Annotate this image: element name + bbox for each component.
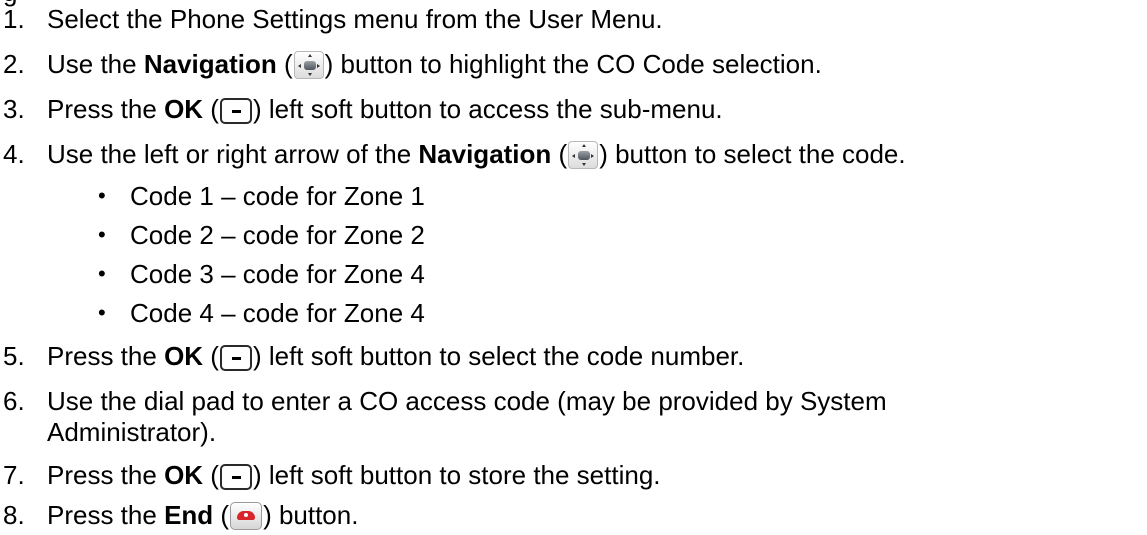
step-text-pre: Press the xyxy=(47,500,165,530)
button-name-ok: OK xyxy=(164,341,204,371)
paren-open: ( xyxy=(203,341,219,371)
step-text-post: ) button to select the code. xyxy=(599,139,906,169)
step-number: 7. xyxy=(3,460,25,490)
button-name-ok: OK xyxy=(164,94,204,124)
button-name-end: End xyxy=(164,500,214,530)
code-text: Code 4 – code for Zone 4 xyxy=(130,298,425,328)
step-text-post: ) left soft button to access the sub-men… xyxy=(252,94,723,124)
step-text: Press the OK ( ) left soft button to stor… xyxy=(47,457,661,493)
step-text-post: ) button to highlight the CO Code select… xyxy=(324,49,822,79)
step-text: Select the Phone Settings menu from the … xyxy=(47,4,663,34)
step-number: 3. xyxy=(3,94,25,124)
paren-open: ( xyxy=(203,460,219,490)
step-text: Press the OK ( ) left soft button to sele… xyxy=(47,338,744,374)
paren-open: ( xyxy=(213,500,230,530)
step-number: 2. xyxy=(3,49,25,79)
code-text: Code 3 – code for Zone 4 xyxy=(130,259,425,289)
step-number: 4. xyxy=(3,139,25,169)
step-text: Use the left or right arrow of the Navig… xyxy=(47,136,906,172)
step-text: Press the End ( ) button. xyxy=(47,497,358,533)
step-number: 8. xyxy=(3,500,25,530)
bullet: • xyxy=(98,183,106,208)
button-name-navigation: Navigation xyxy=(143,49,277,79)
step-text-pre: Press the xyxy=(47,460,165,490)
step-text-pre: Press the xyxy=(47,341,165,371)
end-call-button-icon xyxy=(230,502,263,530)
step-text: Use the Navigation ( ) button to highligh… xyxy=(47,46,822,82)
step-text-pre: Press the xyxy=(47,94,165,124)
step-number: 1. xyxy=(3,4,25,34)
step-text-post: ) left soft button to select the code nu… xyxy=(252,341,745,371)
step-text-post: ) button. xyxy=(263,500,359,530)
paren-open: ( xyxy=(276,49,293,79)
navigation-button-icon xyxy=(568,141,599,169)
ok-soft-button-icon xyxy=(219,98,252,124)
bullet: • xyxy=(98,222,106,247)
code-text: Code 2 – code for Zone 2 xyxy=(130,220,425,250)
step-number: 5. xyxy=(3,341,25,371)
paren-open: ( xyxy=(551,139,568,169)
step-text-pre: Use the xyxy=(47,49,144,79)
step-text: Press the OK ( ) left soft button to acce… xyxy=(47,91,723,127)
step-text-post: ) left soft button to store the setting. xyxy=(252,460,661,490)
step-number: 6. xyxy=(3,386,25,416)
bullet: • xyxy=(98,300,106,325)
ok-soft-button-icon xyxy=(219,345,252,371)
paren-open: ( xyxy=(203,94,219,124)
button-name-navigation: Navigation xyxy=(418,139,552,169)
navigation-button-icon xyxy=(293,51,324,79)
code-text: Code 1 – code for Zone 1 xyxy=(130,181,425,211)
step-text-pre: Use the left or right arrow of the xyxy=(47,139,419,169)
step-text-continued: Administrator). xyxy=(47,417,217,447)
ok-soft-button-icon xyxy=(219,464,252,490)
bullet: • xyxy=(98,261,106,286)
button-name-ok: OK xyxy=(164,460,204,490)
